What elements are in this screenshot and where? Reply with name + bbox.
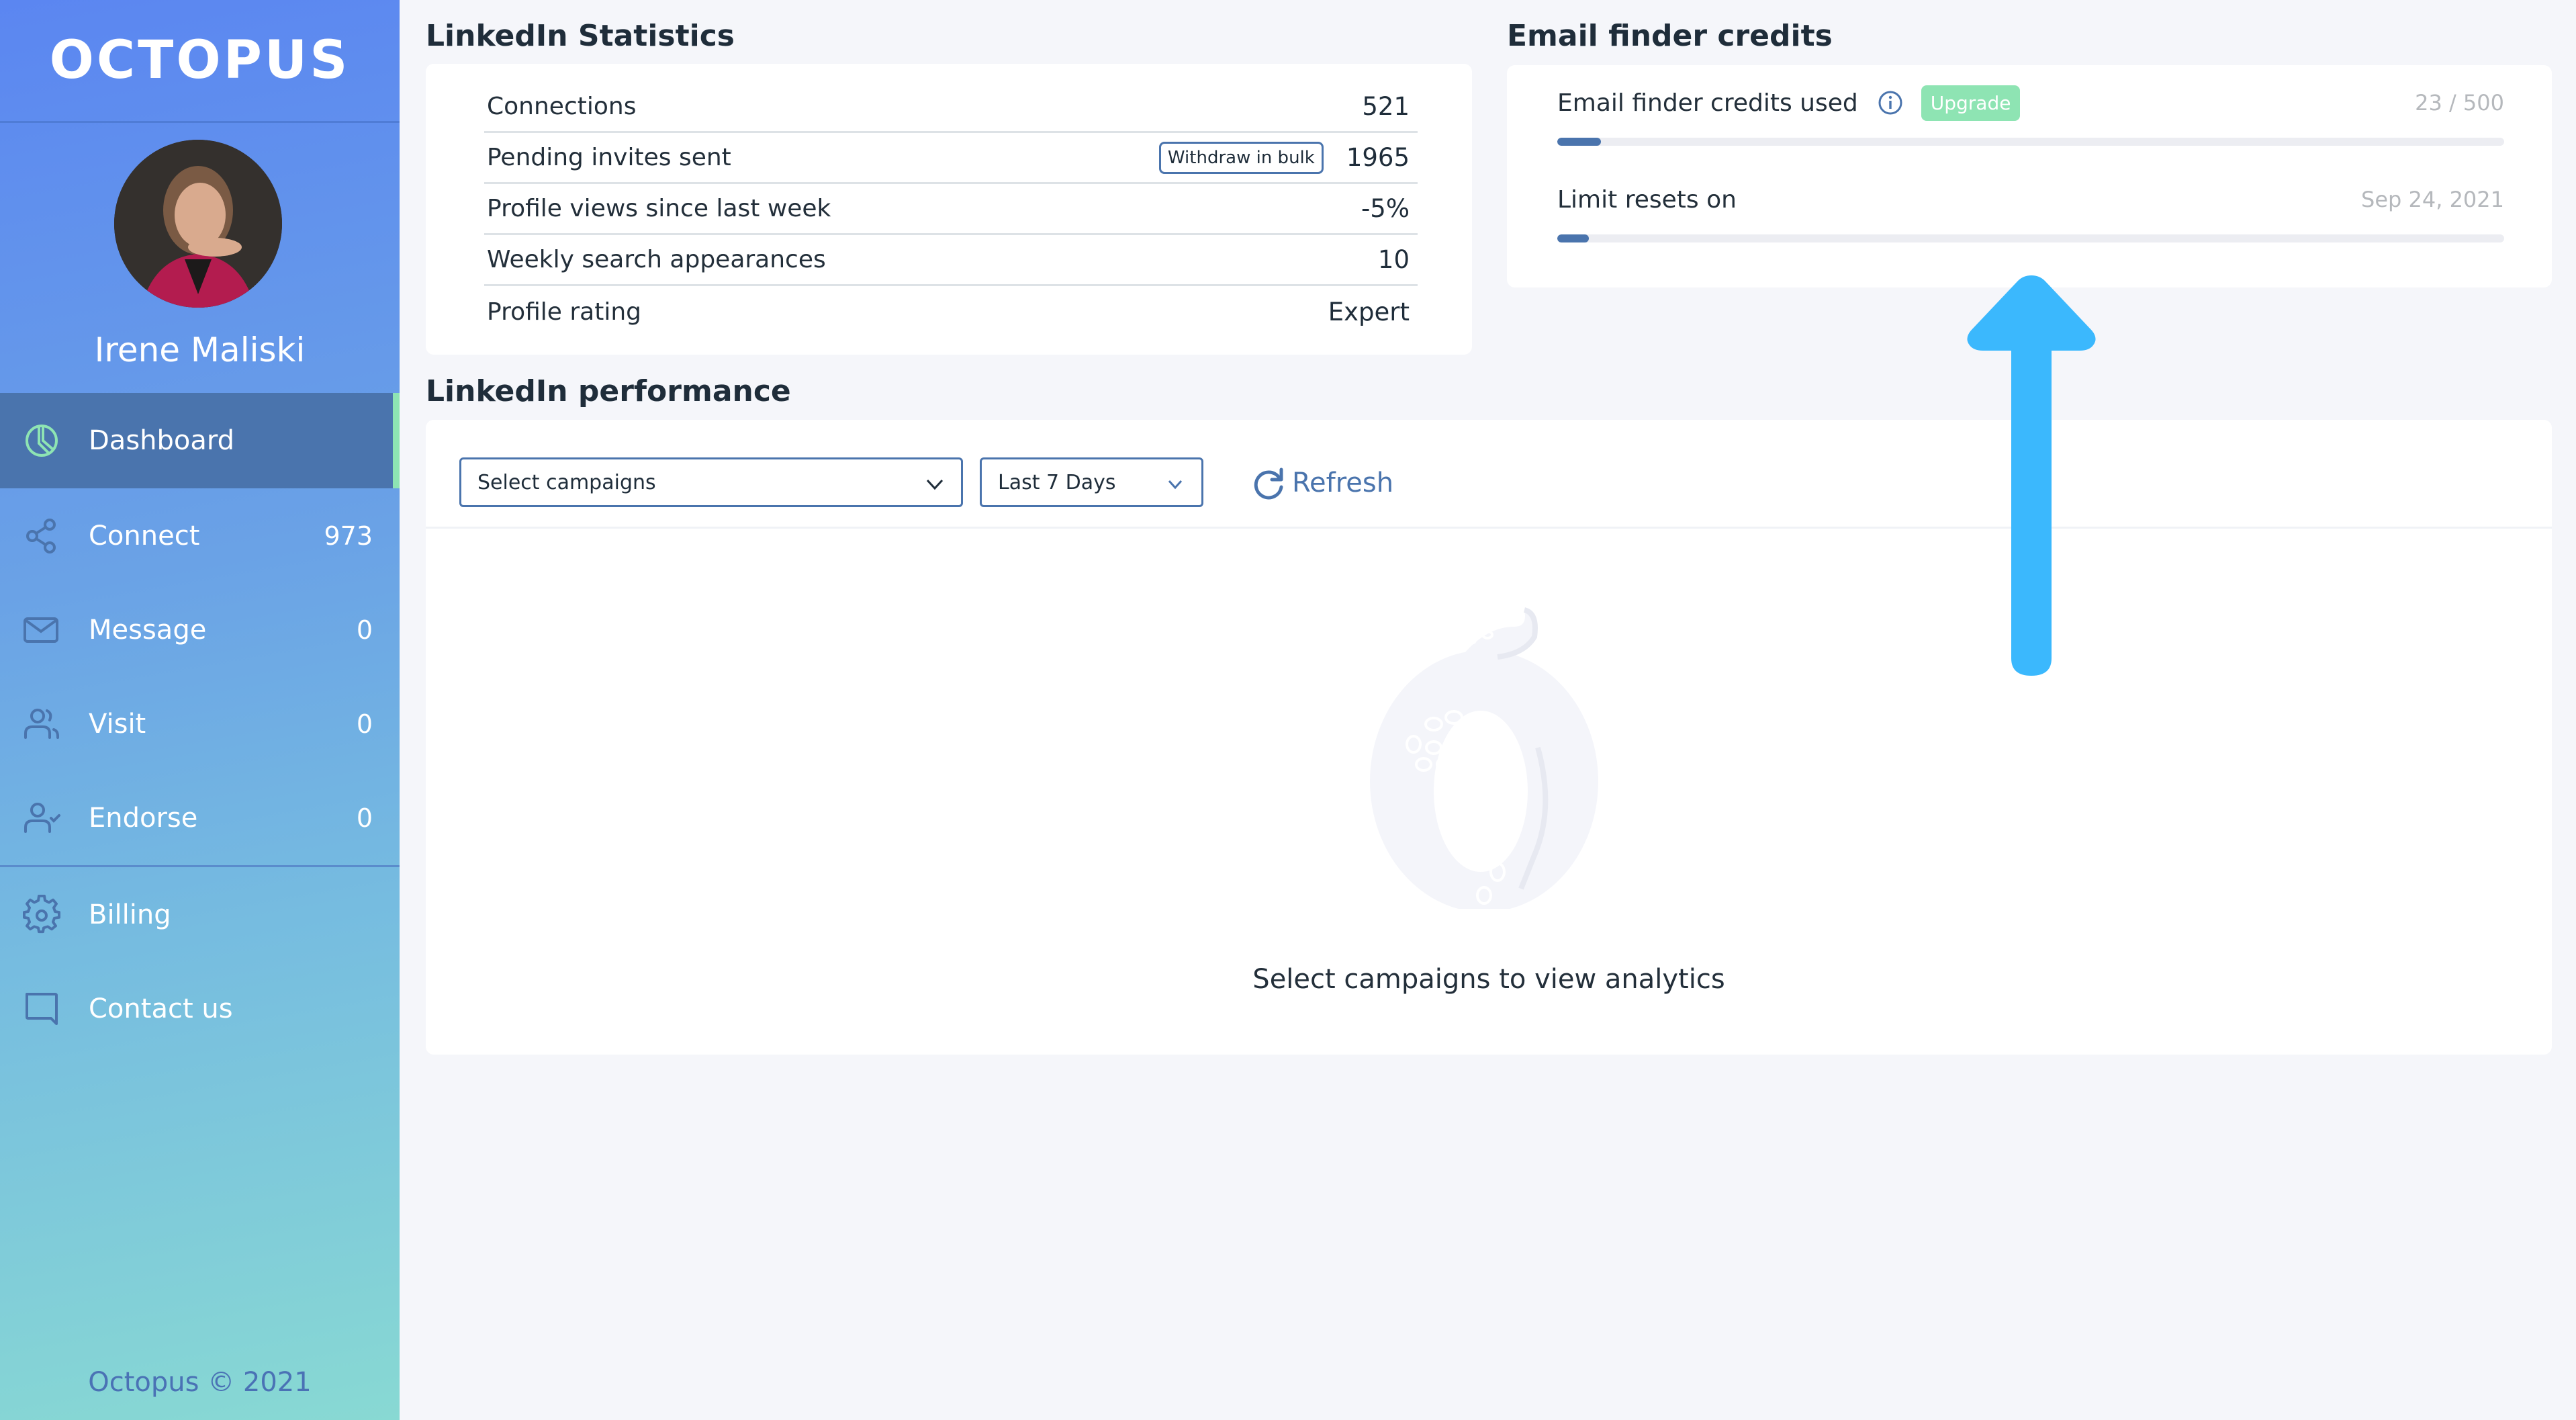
- logo-area: OCTOPUS: [0, 0, 400, 123]
- avatar[interactable]: [114, 140, 282, 308]
- date-range-select[interactable]: Last 7 Days: [980, 457, 1203, 507]
- sidebar-item-dashboard[interactable]: Dashboard: [0, 393, 400, 488]
- chevron-down-icon: [926, 479, 944, 490]
- linkedin-statistics-card: Connections 521 Pending invites sent Wit…: [426, 64, 1472, 355]
- stat-row-pending-invites: Pending invites sent Withdraw in bulk 19…: [484, 133, 1418, 184]
- stat-label: Profile rating: [487, 298, 642, 326]
- octopus-logo[interactable]: OCTOPUS: [50, 30, 351, 91]
- stat-value: 521: [1362, 92, 1410, 121]
- stat-label: Profile views since last week: [487, 195, 831, 222]
- limit-reset-progress-fill: [1557, 234, 1589, 242]
- email-finder-credits-card: Email finder credits used Upgrade 23 / 5…: [1507, 65, 2552, 287]
- credits-used-progress-fill: [1557, 138, 1601, 146]
- user-name: Irene Maliski: [94, 330, 306, 369]
- performance-toolbar: Select campaigns Last 7 Days Refresh: [426, 420, 2552, 529]
- sidebar-item-count: 973: [324, 521, 373, 551]
- sidebar: OCTOPUS Irene Maliski Dashboard Connect …: [0, 0, 400, 1420]
- chat-bubble-icon: [21, 989, 62, 1029]
- sidebar-item-count: 0: [356, 709, 373, 739]
- stat-label: Connections: [487, 93, 637, 120]
- refresh-button[interactable]: Refresh: [1250, 461, 1393, 504]
- annotation-arrow-icon: [1967, 275, 2096, 676]
- sidebar-footer: Octopus © 2021: [88, 1367, 312, 1398]
- stat-value: 1965: [1346, 143, 1410, 172]
- pie-chart-icon: [21, 420, 62, 461]
- sidebar-item-connect[interactable]: Connect 973: [0, 488, 400, 584]
- campaign-select[interactable]: Select campaigns: [459, 457, 963, 507]
- sidebar-item-label: Endorse: [89, 803, 198, 834]
- stat-row-profile-rating: Profile rating Expert: [484, 286, 1418, 337]
- gear-icon: [21, 895, 62, 935]
- user-photo-icon: [114, 140, 282, 308]
- sidebar-item-visit[interactable]: Visit 0: [0, 676, 400, 772]
- credits-used-value: 23 / 500: [2415, 90, 2504, 116]
- chevron-down-icon: [1168, 480, 1183, 490]
- upgrade-button[interactable]: Upgrade: [1921, 85, 2021, 121]
- sidebar-item-label: Connect: [89, 521, 200, 551]
- sidebar-item-label: Billing: [89, 899, 171, 930]
- campaign-select-value: Select campaigns: [477, 470, 656, 494]
- stat-label: Weekly search appearances: [487, 246, 826, 273]
- limit-reset-progress: [1557, 234, 2504, 242]
- credits-used-progress: [1557, 138, 2504, 146]
- info-icon[interactable]: [1877, 89, 1904, 116]
- sidebar-item-endorse[interactable]: Endorse 0: [0, 770, 400, 866]
- stat-value: -5%: [1361, 194, 1410, 223]
- user-check-icon: [21, 798, 62, 838]
- refresh-icon: [1254, 468, 1283, 500]
- date-range-select-value: Last 7 Days: [998, 470, 1116, 494]
- linkedin-statistics-title: LinkedIn Statistics: [426, 19, 735, 53]
- email-finder-credits-title: Email finder credits: [1507, 19, 1833, 53]
- linkedin-performance-title: LinkedIn performance: [426, 374, 791, 408]
- stat-label: Pending invites sent: [487, 144, 731, 171]
- sidebar-item-label: Dashboard: [89, 425, 235, 456]
- credits-used-label: Email finder credits used: [1557, 89, 1858, 117]
- linkedin-performance-card: Select campaigns Last 7 Days Refresh Sel…: [426, 420, 2552, 1055]
- share-icon: [21, 516, 62, 556]
- sidebar-item-count: 0: [356, 615, 373, 645]
- credits-used-row: Email finder credits used Upgrade 23 / 5…: [1557, 83, 2504, 123]
- sidebar-item-label: Message: [89, 615, 207, 646]
- limit-reset-label: Limit resets on: [1557, 185, 1737, 214]
- sidebar-item-label: Contact us: [89, 993, 233, 1024]
- stat-value: 10: [1377, 245, 1410, 274]
- sidebar-item-label: Visit: [89, 709, 146, 740]
- stat-row-search-appearances: Weekly search appearances 10: [484, 235, 1418, 286]
- sidebar-item-message[interactable]: Message 0: [0, 582, 400, 678]
- empty-state-message: Select campaigns to view analytics: [1252, 964, 1725, 995]
- sidebar-item-billing[interactable]: Billing: [0, 867, 400, 963]
- stat-row-profile-views: Profile views since last week -5%: [484, 184, 1418, 235]
- refresh-label: Refresh: [1292, 468, 1394, 498]
- withdraw-in-bulk-button[interactable]: Withdraw in bulk: [1158, 141, 1324, 174]
- sidebar-item-contact-us[interactable]: Contact us: [0, 961, 400, 1057]
- limit-reset-row: Limit resets on Sep 24, 2021: [1557, 179, 2504, 220]
- sidebar-item-count: 0: [356, 803, 373, 833]
- octopus-tentacle-illustration: [1370, 607, 1598, 909]
- envelope-icon: [21, 610, 62, 650]
- stat-value: Expert: [1328, 297, 1410, 326]
- users-icon: [21, 704, 62, 744]
- limit-reset-value: Sep 24, 2021: [2361, 187, 2504, 212]
- stat-row-connections: Connections 521: [484, 82, 1418, 133]
